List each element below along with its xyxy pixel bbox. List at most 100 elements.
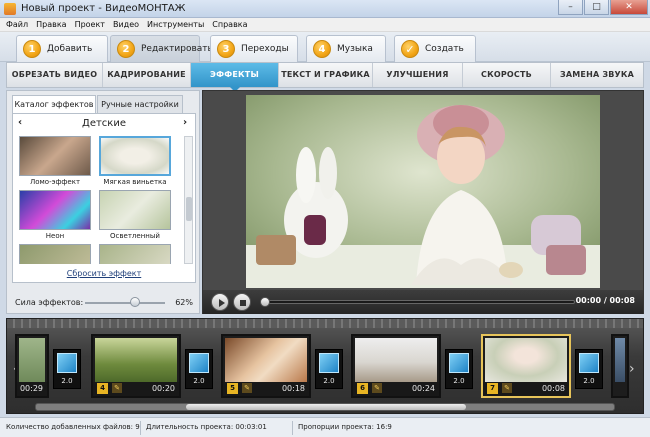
menu-project[interactable]: Проект (75, 18, 105, 31)
effect-name: Ломо-эффект (29, 178, 81, 186)
video-frame-image (246, 95, 600, 288)
maximize-button[interactable]: □ (584, 0, 609, 15)
step-music[interactable]: 4 Музыка (306, 35, 386, 62)
transition-slot[interactable]: 2.0 (575, 349, 603, 389)
window-controls: – □ ✕ (557, 0, 648, 15)
playback-position-handle[interactable] (260, 297, 270, 307)
effects-scrollbar[interactable] (184, 136, 193, 264)
tab-enhance[interactable]: УЛУЧШЕНИЯ (373, 63, 463, 87)
pencil-icon[interactable]: ✎ (242, 383, 252, 393)
step-label: Переходы (241, 44, 289, 54)
scrollbar-thumb[interactable] (186, 197, 192, 221)
tab-text-graphics[interactable]: ТЕКСТ И ГРАФИКА (279, 63, 373, 87)
clip-thumbnail (485, 338, 567, 382)
stop-button[interactable] (233, 293, 251, 311)
timeline-next-icon[interactable]: › (629, 361, 635, 377)
transition-icon (319, 353, 339, 373)
transition-slot[interactable]: 2.0 (185, 349, 213, 389)
clip-number: 5 (227, 383, 238, 394)
clip-number: 6 (357, 383, 368, 394)
pencil-icon[interactable]: ✎ (112, 383, 122, 393)
scrollbar-thumb[interactable] (186, 404, 466, 410)
status-bar: Количество добавленных файлов: 9 Длитель… (0, 417, 650, 437)
tab-effects[interactable]: ЭФФЕКТЫ (191, 63, 279, 92)
clip-thumbnail (19, 338, 45, 382)
tab-effects-catalog[interactable]: Каталог эффектов (12, 95, 96, 114)
timeline-clip[interactable] (611, 334, 629, 398)
reset-effect-link[interactable]: Сбросить эффект (13, 269, 195, 278)
minimize-button[interactable]: – (558, 0, 583, 15)
playback-progress[interactable] (260, 297, 575, 307)
strength-value: 62% (175, 298, 193, 307)
menu-help[interactable]: Справка (212, 18, 247, 31)
project-duration: Длительность проекта: 00:03:01 (146, 423, 267, 431)
clip-number: 4 (97, 383, 108, 394)
step-add[interactable]: 1 Добавить (16, 35, 108, 62)
pencil-icon[interactable]: ✎ (372, 383, 382, 393)
clip-thumbnail (225, 338, 307, 382)
tab-speed[interactable]: СКОРОСТЬ (463, 63, 551, 87)
timeline-clip[interactable]: 5 ✎ 00:18 (221, 334, 311, 398)
status-divider (292, 421, 293, 435)
step-transitions[interactable]: 3 Переходы (210, 35, 298, 62)
effect-brightened[interactable]: Осветленный (99, 190, 171, 240)
timeline-clip-selected[interactable]: 7 ✎ 00:08 (481, 334, 571, 398)
menu-file[interactable]: Файл (6, 18, 28, 31)
category-title: Детские (82, 118, 126, 129)
tab-manual-settings[interactable]: Ручные настройки (97, 95, 183, 113)
clip-thumbnail (95, 338, 177, 382)
transition-slot[interactable]: 2.0 (53, 349, 81, 389)
timeline-clip[interactable]: 4 ✎ 00:20 (91, 334, 181, 398)
clip-number: 7 (487, 383, 498, 394)
step-create[interactable]: ✓ Создать (394, 35, 476, 62)
step-edit[interactable]: 2 Редактировать (110, 35, 213, 62)
timeline-clip[interactable]: 6 ✎ 00:24 (351, 334, 441, 398)
tab-trim[interactable]: ОБРЕЗАТЬ ВИДЕО (7, 63, 103, 87)
effect-preview-image (99, 190, 171, 230)
menu-video[interactable]: Видео (113, 18, 139, 31)
clip-duration: 00:20 (151, 384, 175, 393)
effect-item[interactable] (19, 244, 91, 264)
timeline-ruler (7, 319, 643, 328)
transition-slot[interactable]: 2.0 (445, 349, 473, 389)
transition-duration: 2.0 (193, 377, 205, 385)
step-bar: 1 Добавить 2 Редактировать 3 Переходы 4 … (0, 32, 650, 62)
timecode: 00:00 / 00:08 (575, 296, 635, 305)
transition-duration: 2.0 (61, 377, 73, 385)
effect-soft-vignette[interactable]: Мягкая виньетка (99, 136, 171, 186)
tab-crop[interactable]: КАДРИРОВАНИЕ (103, 63, 191, 87)
video-preview-panel: 00:00 / 00:08 (202, 90, 644, 314)
menu-tools[interactable]: Инструменты (147, 18, 204, 31)
effect-preview-image (19, 136, 91, 176)
strength-slider-track[interactable] (85, 302, 165, 304)
strength-slider-handle[interactable] (129, 297, 140, 307)
effect-preview-image (19, 190, 91, 230)
effect-neon[interactable]: Неон (19, 190, 91, 240)
effect-lomo[interactable]: Ломо-эффект (19, 136, 91, 186)
menu-edit[interactable]: Правка (36, 18, 66, 31)
tab-replace-audio[interactable]: ЗАМЕНА ЗВУКА (551, 63, 643, 87)
timeline-clip[interactable]: 00:29 (15, 334, 49, 398)
chevron-right-icon[interactable]: › (183, 117, 187, 128)
clip-info-bar: 7 ✎ 00:08 (483, 382, 569, 396)
edit-tool-tabs: ОБРЕЗАТЬ ВИДЕО КАДРИРОВАНИЕ ЭФФЕКТЫ ТЕКС… (6, 62, 644, 92)
transition-duration: 2.0 (323, 377, 335, 385)
timeline-scrollbar[interactable] (35, 403, 615, 411)
player-controls: 00:00 / 00:08 (203, 290, 643, 314)
step-number-badge: 4 (313, 40, 331, 58)
transition-slot[interactable]: 2.0 (315, 349, 343, 389)
pencil-icon[interactable]: ✎ (502, 383, 512, 393)
effect-item[interactable] (99, 244, 171, 264)
app-icon (4, 3, 16, 15)
status-divider (140, 421, 141, 435)
effect-strength: Сила эффектов: 62% (13, 296, 195, 310)
clip-info-bar: 6 ✎ 00:24 (353, 382, 439, 396)
play-button[interactable] (211, 293, 229, 311)
effect-name: Мягкая виньетка (103, 178, 167, 186)
clip-thumbnail (355, 338, 437, 382)
files-count: Количество добавленных файлов: 9 (6, 423, 140, 431)
clip-thumbnail (615, 338, 625, 382)
close-button[interactable]: ✕ (610, 0, 648, 15)
step-number-badge: 1 (23, 40, 41, 58)
video-frame (246, 95, 600, 288)
